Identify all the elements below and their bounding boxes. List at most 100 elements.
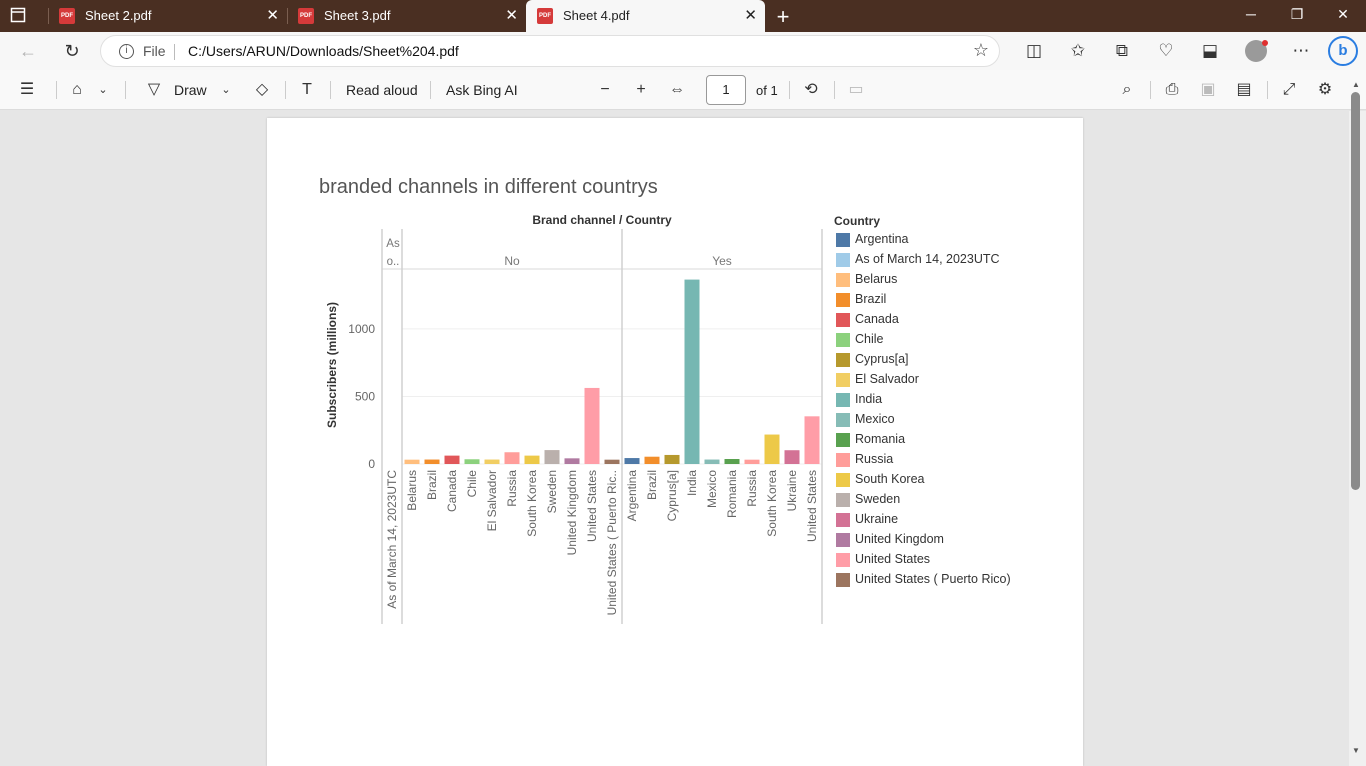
legend-swatch: [836, 533, 850, 547]
legend-swatch: [836, 293, 850, 307]
legend-label: Sweden: [855, 492, 901, 506]
legend-item[interactable]: Chile: [836, 330, 1076, 350]
close-icon[interactable]: ✕: [744, 6, 757, 24]
zoom-in-icon[interactable]: +: [630, 79, 652, 101]
y-tick-label: 1000: [348, 322, 375, 336]
collections-icon[interactable]: ⧉: [1110, 39, 1134, 63]
bar: [644, 456, 660, 464]
legend-item[interactable]: Brazil: [836, 290, 1076, 310]
highlight-icon[interactable]: ⌂: [66, 79, 88, 101]
refresh-icon[interactable]: ↻: [60, 40, 84, 62]
tab-actions-button[interactable]: [10, 7, 40, 25]
settings-gear-icon[interactable]: ⚙: [1314, 79, 1336, 101]
legend-swatch: [836, 313, 850, 327]
legend-item[interactable]: Canada: [836, 310, 1076, 330]
legend-label: Chile: [855, 332, 884, 346]
legend-item[interactable]: Ukraine: [836, 510, 1076, 530]
legend-item[interactable]: Russia: [836, 450, 1076, 470]
bar-chart: Brand channel / Country Subscribers (mill…: [325, 213, 823, 624]
bar: [564, 458, 580, 464]
legend-swatch: [836, 253, 850, 267]
x-tick-label: Russia: [505, 470, 519, 507]
favorites-icon[interactable]: ✩: [1066, 39, 1090, 63]
eraser-icon[interactable]: ◇: [251, 79, 273, 101]
read-aloud-button[interactable]: Read aloud: [346, 82, 418, 98]
minimize-icon[interactable]: ─: [1241, 6, 1261, 22]
legend-swatch: [836, 473, 850, 487]
legend-item[interactable]: India: [836, 390, 1076, 410]
ask-bing-button[interactable]: Ask Bing AI: [446, 82, 518, 98]
scroll-down-arrow-icon[interactable]: ▼: [1350, 746, 1362, 755]
x-tick-label: United States ( Puerto Ric..: [605, 470, 619, 615]
panel-label-line: As: [386, 238, 400, 250]
legend-item[interactable]: United Kingdom: [836, 530, 1076, 550]
legend-item[interactable]: United States: [836, 550, 1076, 570]
close-window-icon[interactable]: ✕: [1333, 6, 1353, 23]
search-icon[interactable]: ⌕: [1116, 79, 1138, 101]
close-icon[interactable]: ✕: [266, 6, 279, 24]
text-box-icon[interactable]: T: [296, 79, 318, 101]
bar: [484, 459, 500, 464]
tab-actions-icon: [10, 7, 26, 23]
page-count: of 1: [756, 83, 778, 98]
x-tick-label: Cyprus[a]: [665, 470, 679, 521]
fullscreen-icon[interactable]: ⤢: [1278, 79, 1300, 101]
rotate-icon[interactable]: ⟲: [800, 79, 822, 101]
x-tick-label: Brazil: [425, 470, 439, 500]
print-icon[interactable]: ⎙: [1161, 79, 1183, 101]
save-icon[interactable]: ▣: [1197, 79, 1219, 101]
bar: [744, 459, 760, 464]
new-tab-button[interactable]: +: [772, 4, 794, 30]
x-tick-label: Romania: [725, 470, 739, 518]
more-icon[interactable]: ⋯: [1289, 39, 1313, 63]
draw-button[interactable]: Draw: [174, 82, 207, 98]
tab-sheet-3[interactable]: PDF Sheet 3.pdf ✕: [287, 0, 526, 32]
save-as-icon[interactable]: ▤: [1233, 79, 1255, 101]
legend-item[interactable]: Cyprus[a]: [836, 350, 1076, 370]
chevron-down-icon[interactable]: ⌄: [92, 79, 114, 101]
legend-item[interactable]: Argentina: [836, 230, 1076, 250]
address-bar[interactable]: i File C:/Users/ARUN/Downloads/Sheet%204…: [100, 35, 1000, 67]
legend-item[interactable]: Romania: [836, 430, 1076, 450]
close-icon[interactable]: ✕: [505, 6, 518, 24]
table-of-contents-icon[interactable]: ☰: [16, 79, 38, 101]
legend-label: United States ( Puerto Rico): [855, 572, 1011, 586]
url-text[interactable]: C:/Users/ARUN/Downloads/Sheet%204.pdf: [188, 43, 459, 59]
back-arrow-icon[interactable]: ←: [16, 40, 40, 62]
page-number-input[interactable]: 1: [706, 75, 746, 105]
legend-item[interactable]: Sweden: [836, 490, 1076, 510]
bar: [804, 416, 820, 464]
favorite-star-icon[interactable]: ☆: [973, 40, 989, 61]
legend-item[interactable]: Mexico: [836, 410, 1076, 430]
zoom-out-icon[interactable]: −: [594, 79, 616, 101]
browser-essentials-icon[interactable]: ♡: [1154, 39, 1178, 63]
tab-sheet-2[interactable]: PDF Sheet 2.pdf ✕: [48, 0, 287, 32]
legend-item[interactable]: Belarus: [836, 270, 1076, 290]
x-tick-label: Sweden: [545, 470, 559, 513]
legend-item[interactable]: As of March 14, 2023UTC: [836, 250, 1076, 270]
toolbar-separator: [125, 81, 126, 99]
y-axis-label: Subscribers (millions): [325, 302, 339, 428]
tab-bar: PDF Sheet 2.pdf ✕ PDF Sheet 3.pdf ✕ PDF …: [0, 0, 1366, 32]
scroll-up-arrow-icon[interactable]: ▲: [1350, 80, 1362, 89]
chevron-down-icon[interactable]: ⌄: [215, 79, 237, 101]
page-view-icon[interactable]: ▭: [845, 79, 867, 101]
legend-item[interactable]: El Salvador: [836, 370, 1076, 390]
panel-label-line: o..: [387, 256, 400, 268]
restore-icon[interactable]: ❐: [1287, 6, 1307, 23]
bar: [584, 387, 600, 464]
legend-item[interactable]: South Korea: [836, 470, 1076, 490]
legend-swatch: [836, 433, 850, 447]
split-screen-icon[interactable]: ◫: [1022, 39, 1046, 63]
toolbar-separator: [330, 81, 331, 99]
info-icon[interactable]: i: [119, 44, 134, 59]
bing-copilot-icon[interactable]: b: [1328, 36, 1358, 66]
downloads-icon[interactable]: ⬓: [1198, 39, 1222, 63]
draw-icon[interactable]: ▽: [143, 79, 165, 101]
fit-to-width-icon[interactable]: ⇔: [666, 79, 688, 101]
scrollbar-thumb[interactable]: [1351, 92, 1360, 490]
tab-sheet-4[interactable]: PDF Sheet 4.pdf ✕: [526, 0, 765, 32]
legend-item[interactable]: United States ( Puerto Rico): [836, 570, 1076, 590]
bar: [664, 454, 680, 464]
x-tick-label: United States: [585, 470, 599, 542]
